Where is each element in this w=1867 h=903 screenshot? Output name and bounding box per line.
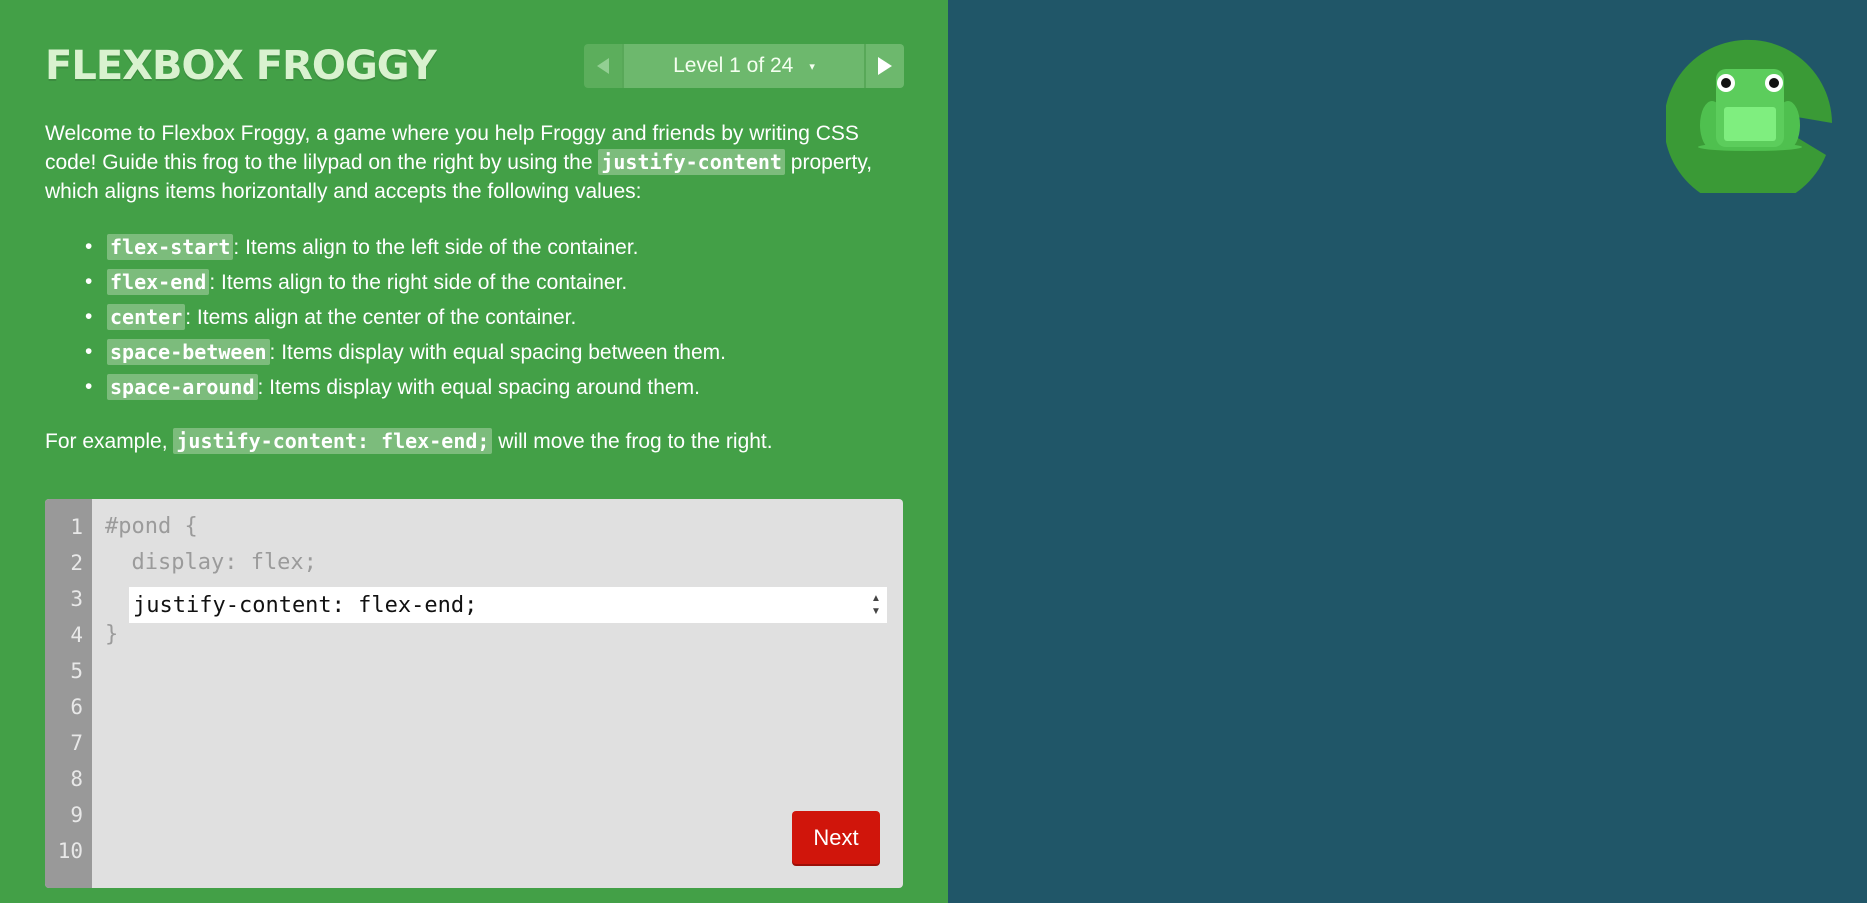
- example-suffix: will move the frog to the right.: [492, 430, 773, 453]
- line-number: 5: [70, 659, 83, 683]
- value-code: flex-end: [107, 269, 210, 295]
- sidebar: FLEXBOX FROGGY Level 1 of 24 ▾ Welcome t…: [0, 0, 948, 903]
- value-description: : Items align at the center of the conta…: [185, 306, 577, 329]
- line-number: 3: [70, 587, 83, 611]
- triangle-left-icon: [597, 58, 609, 74]
- next-button[interactable]: Next: [792, 811, 880, 864]
- line-number: 2: [70, 551, 83, 575]
- app-title: FLEXBOX FROGGY: [45, 43, 437, 89]
- value-code: flex-start: [107, 234, 234, 260]
- line-number: 9: [70, 803, 83, 827]
- level-text: Level 1 of 24: [673, 54, 794, 77]
- list-item: center: Items align at the center of the…: [85, 302, 905, 337]
- next-level-button[interactable]: [866, 44, 904, 88]
- line-number-gutter: 1 2 3 4 5 6 7 8 9 10: [45, 499, 92, 888]
- line-number: 10: [57, 839, 83, 863]
- caret-down-icon: ▾: [809, 60, 815, 73]
- code-line-pond-open: #pond {: [105, 514, 198, 539]
- list-item: space-between: Items display with equal …: [85, 337, 905, 372]
- value-description: : Items display with equal spacing betwe…: [269, 341, 726, 364]
- css-code-input[interactable]: [129, 587, 887, 623]
- value-code: center: [107, 304, 186, 330]
- lilypad-icon: [1666, 39, 1832, 193]
- code-line-close-brace: }: [105, 622, 119, 647]
- value-description: : Items align to the left side of the co…: [233, 236, 639, 259]
- intro-code-justify-content: justify-content: [598, 149, 785, 175]
- value-description: : Items align to the right side of the c…: [209, 271, 628, 294]
- level-indicator[interactable]: Level 1 of 24 ▾: [622, 44, 866, 88]
- triangle-right-icon: [878, 57, 892, 75]
- line-number: 4: [70, 623, 83, 647]
- example-prefix: For example,: [45, 430, 174, 453]
- level-navigation: Level 1 of 24 ▾: [584, 44, 904, 88]
- values-list: flex-start: Items align to the left side…: [85, 232, 905, 407]
- list-item: flex-start: Items align to the left side…: [85, 232, 905, 267]
- spin-down-icon: ▼: [871, 606, 881, 617]
- list-item: flex-end: Items align to the right side …: [85, 267, 905, 302]
- line-number: 6: [70, 695, 83, 719]
- value-code: space-around: [107, 374, 258, 400]
- example-code: justify-content: flex-end;: [173, 428, 493, 454]
- list-item: space-around: Items display with equal s…: [85, 372, 905, 407]
- previous-level-button[interactable]: [584, 44, 622, 88]
- instructions-intro: Welcome to Flexbox Froggy, a game where …: [45, 119, 905, 206]
- value-description: : Items display with equal spacing aroun…: [257, 376, 700, 399]
- css-editor: 1 2 3 4 5 6 7 8 9 10 #pond { display: fl…: [45, 499, 903, 888]
- input-spinner[interactable]: ▲ ▼: [865, 588, 887, 622]
- line-number: 8: [70, 767, 83, 791]
- code-line-display: display: flex;: [105, 550, 317, 575]
- example-text: For example, justify-content: flex-end; …: [45, 426, 905, 457]
- spin-up-icon: ▲: [871, 593, 881, 604]
- line-number: 1: [70, 515, 83, 539]
- value-code: space-between: [107, 339, 270, 365]
- line-number: 7: [70, 731, 83, 755]
